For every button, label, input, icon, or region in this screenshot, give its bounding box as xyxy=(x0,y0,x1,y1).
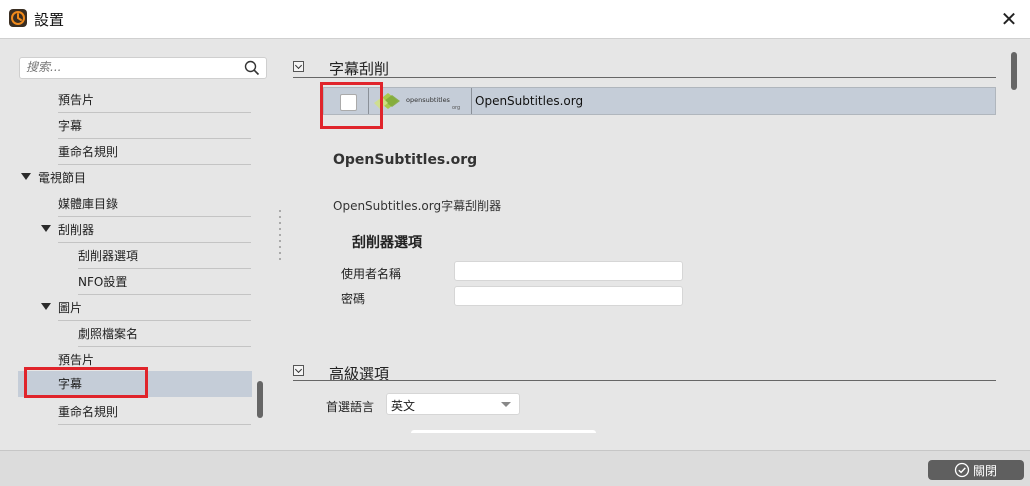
password-field[interactable] xyxy=(454,286,683,306)
tree-item-label: 重命名規則 xyxy=(58,145,119,159)
tree-item-label: 刮削器選項 xyxy=(78,249,139,263)
app-icon xyxy=(9,9,27,27)
window-close-button[interactable]: ✕ xyxy=(996,6,1022,32)
tree-item-label: 劇照檔案名 xyxy=(78,327,139,341)
username-label: 使用者名稱 xyxy=(341,267,402,281)
highlight-box-sidebar xyxy=(24,367,148,398)
preferred-language-value: 英文 xyxy=(391,399,416,413)
username-field[interactable] xyxy=(454,261,683,281)
content-scrollbar-thumb[interactable] xyxy=(1011,52,1017,90)
section-divider xyxy=(293,77,996,78)
password-input[interactable] xyxy=(455,287,683,305)
check-circle-icon xyxy=(954,462,970,478)
username-input[interactable] xyxy=(455,262,683,280)
tree-item-rename-rules[interactable]: 重命名規則 xyxy=(10,139,254,165)
opensubtitles-logo: opensubtitles org xyxy=(374,89,470,113)
search-icon[interactable] xyxy=(244,60,260,76)
preferred-language-select[interactable]: 英文 xyxy=(386,393,520,415)
dialog-footer: 關閉 xyxy=(0,450,1030,486)
partial-input-field[interactable] xyxy=(411,430,596,433)
section-title-subtitle-scraping: 字幕刮削 xyxy=(329,60,390,78)
settings-content: 字幕刮削 opensubtitles org OpenSubtitles.org… xyxy=(287,47,1022,433)
section-divider xyxy=(293,380,996,381)
tree-item-rename-rules[interactable]: 重命名規則 xyxy=(10,399,254,425)
tree-item-label: 刮削器 xyxy=(58,223,95,237)
tree-item-label: NFO設置 xyxy=(78,275,128,289)
expand-arrow-icon[interactable] xyxy=(41,303,51,310)
tree-item-label: 字幕 xyxy=(58,119,83,133)
close-button-label: 關閉 xyxy=(973,464,998,478)
logo-text: opensubtitles xyxy=(406,96,451,104)
tree-item-label: 預告片 xyxy=(58,93,95,107)
preferred-language-label: 首選語言 xyxy=(326,400,375,414)
tree-item-trailers[interactable]: 預告片 xyxy=(10,87,254,113)
tree-item-label: 重命名規則 xyxy=(58,405,119,419)
password-label: 密碼 xyxy=(341,292,366,306)
close-button[interactable]: 關閉 xyxy=(928,460,1024,480)
logo-subtext: org xyxy=(452,105,460,111)
tree-item-nfo-settings[interactable]: NFO設置 xyxy=(10,269,254,295)
expand-arrow-icon[interactable] xyxy=(21,173,31,180)
scraper-options-title: 刮削器選項 xyxy=(352,235,422,251)
chevron-down-icon xyxy=(501,402,511,407)
search-field[interactable] xyxy=(19,57,267,79)
sidebar-scrollbar-thumb[interactable] xyxy=(257,381,263,418)
tree-item-tv-shows[interactable]: 電視節目 xyxy=(10,165,254,191)
scraper-row-opensubtitles[interactable]: opensubtitles org OpenSubtitles.org xyxy=(323,87,996,115)
title-bar: 設置 ✕ xyxy=(0,0,1030,39)
tree-item-still-filenames[interactable]: 劇照檔案名 xyxy=(10,321,254,347)
sidebar-scrollbar-track[interactable] xyxy=(257,92,263,420)
highlight-box-checkbox xyxy=(320,82,383,129)
tree-item-library-folders[interactable]: 媒體庫目錄 xyxy=(10,191,254,217)
scraper-name: OpenSubtitles.org xyxy=(475,94,584,108)
tree-item-scraper-options[interactable]: 刮削器選項 xyxy=(10,243,254,269)
expand-arrow-icon[interactable] xyxy=(41,225,51,232)
scraper-info-title: OpenSubtitles.org xyxy=(333,152,478,168)
search-input[interactable] xyxy=(20,58,236,76)
tree-item-label: 媒體庫目錄 xyxy=(58,197,119,211)
pane-splitter-handle[interactable] xyxy=(279,210,282,270)
scraper-info-description: OpenSubtitles.org字幕刮削器 xyxy=(333,199,502,213)
tree-item-scrapers[interactable]: 刮削器 xyxy=(10,217,254,243)
tree-item-images[interactable]: 圖片 xyxy=(10,295,254,321)
collapse-toggle-icon[interactable] xyxy=(293,365,304,376)
tree-item-label: 電視節目 xyxy=(38,171,87,185)
window-title: 設置 xyxy=(34,11,65,29)
tree-item-label: 圖片 xyxy=(58,301,83,315)
tree-item-subtitles[interactable]: 字幕 xyxy=(10,113,254,139)
collapse-toggle-icon[interactable] xyxy=(293,61,304,72)
